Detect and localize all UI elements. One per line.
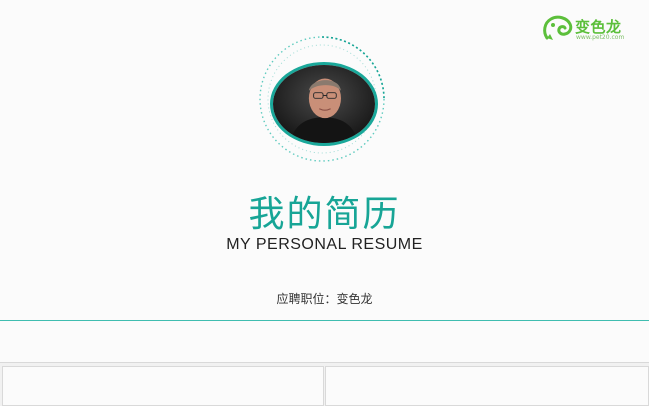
profile-photo xyxy=(270,62,378,146)
next-slide-thumbnail-right[interactable] xyxy=(325,366,649,406)
chameleon-icon xyxy=(543,15,573,40)
next-slide-thumbnail-left[interactable] xyxy=(2,366,324,406)
brand-logo: 变色龙 www.pet20.com xyxy=(541,14,629,44)
logo-url: www.pet20.com xyxy=(576,34,625,41)
resume-cover-slide: 变色龙 www.pet20.com 我的简历 MY PERSONAL RESUM… xyxy=(0,0,649,363)
page-title: 我的简历 xyxy=(248,194,401,235)
page-subtitle: MY PERSONAL RESUME xyxy=(226,236,423,253)
job-position: 应聘职位：变色龙 xyxy=(276,292,373,306)
accent-divider xyxy=(0,320,649,321)
